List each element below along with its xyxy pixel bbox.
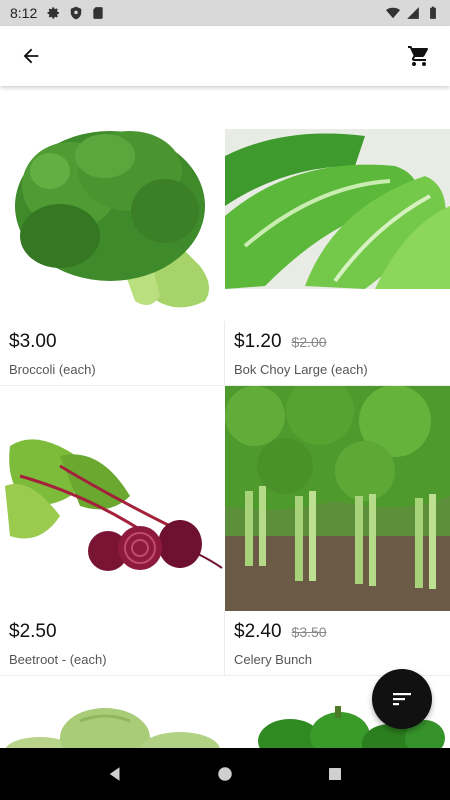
- product-grid: $3.00 Broccoli (each) $1.20 $2.00 Bok Ch…: [0, 96, 450, 748]
- arrow-left-icon: [23, 48, 39, 64]
- product-card[interactable]: $1.20 $2.00 Bok Choy Large (each): [225, 96, 450, 386]
- sort-button[interactable]: [372, 669, 432, 729]
- product-card[interactable]: $2.40 $3.50 Celery Bunch: [225, 386, 450, 676]
- product-old-price: $3.50: [291, 624, 327, 640]
- product-image-cabbage: [0, 676, 225, 748]
- product-image-bok-choy: [225, 96, 450, 321]
- product-card[interactable]: $2.50 Beetroot - (each): [0, 386, 225, 676]
- product-name: Beetroot - (each): [9, 652, 107, 667]
- wifi-icon: [386, 7, 400, 19]
- product-price: $2.40: [234, 621, 282, 642]
- product-image-beetroot: [0, 386, 225, 611]
- back-button[interactable]: [16, 41, 46, 71]
- product-old-price: $2.00: [291, 334, 327, 350]
- battery-icon: [430, 6, 436, 19]
- home-circle-icon[interactable]: [216, 765, 234, 783]
- product-image-celery: [225, 386, 450, 611]
- product-name: Bok Choy Large (each): [234, 362, 368, 377]
- product-name: Broccoli (each): [9, 362, 96, 377]
- back-triangle-icon[interactable]: [106, 765, 124, 783]
- sd-card-icon: [93, 7, 103, 19]
- product-card[interactable]: $3.00 Broccoli (each): [0, 96, 225, 386]
- system-nav-bar: [0, 748, 450, 800]
- sort-icon: [393, 693, 411, 706]
- shopping-cart-icon: [408, 46, 429, 66]
- product-name: Celery Bunch: [234, 652, 313, 667]
- product-card[interactable]: [0, 676, 225, 748]
- gear-icon: [47, 7, 60, 19]
- product-price: $2.50: [9, 621, 57, 642]
- shield-icon: [71, 6, 82, 20]
- cart-button[interactable]: [404, 41, 434, 71]
- product-price: $1.20: [234, 331, 282, 352]
- status-time: 8:12: [10, 5, 38, 21]
- app-bar: [0, 26, 450, 86]
- recents-square-icon[interactable]: [326, 765, 344, 783]
- product-price: $3.00: [9, 331, 57, 352]
- product-image-broccoli: [0, 96, 225, 321]
- signal-icon: [407, 7, 419, 19]
- status-bar: 8:12: [0, 0, 450, 26]
